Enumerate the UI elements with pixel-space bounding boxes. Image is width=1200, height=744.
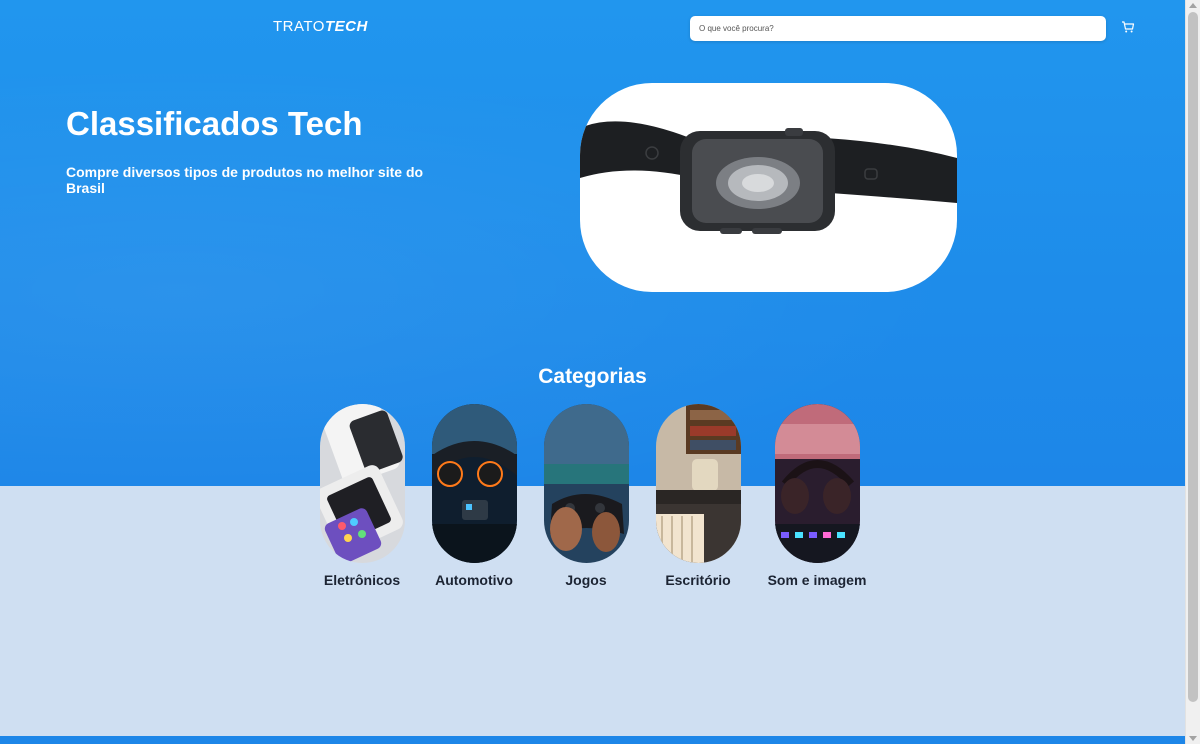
category-jogos[interactable]: Jogos — [531, 404, 641, 588]
category-label: Eletrônicos — [323, 572, 401, 588]
page: TRATOTECH Classificados Tech Compre dive… — [0, 0, 1185, 744]
category-label: Jogos — [565, 572, 607, 588]
search-input[interactable] — [690, 16, 1106, 41]
category-escritorio[interactable]: Escritório — [643, 404, 753, 588]
category-label: Automotivo — [435, 572, 513, 588]
logo-text-light: TRATO — [273, 18, 325, 35]
smartwatch-photo — [580, 121, 957, 234]
scroll-down-icon[interactable] — [1189, 736, 1197, 741]
hero-subtitle: Compre diversos tipos de produtos no mel… — [66, 164, 424, 196]
cart-icon[interactable] — [1121, 20, 1135, 34]
scroll-up-icon[interactable] — [1189, 3, 1197, 8]
headphones-studio-photo — [774, 404, 860, 563]
hero-title: Classificados Tech — [66, 105, 363, 142]
category-som-e-imagem[interactable]: Som e imagem — [762, 404, 872, 588]
office-photo — [655, 404, 741, 563]
site-logo[interactable]: TRATOTECH — [273, 18, 368, 35]
category-label: Escritório — [665, 572, 731, 588]
hero-product-image — [580, 83, 957, 292]
phones-and-watch-photo — [319, 404, 405, 563]
car-dashboard-photo — [431, 404, 517, 563]
category-automotivo[interactable]: Automotivo — [419, 404, 529, 588]
vertical-scrollbar[interactable] — [1185, 0, 1200, 744]
category-eletronicos[interactable]: Eletrônicos — [307, 404, 417, 588]
bottom-bar — [0, 736, 1185, 744]
category-label: Som e imagem — [767, 572, 867, 588]
game-controller-photo — [543, 404, 629, 563]
logo-text-bold: TECH — [324, 18, 368, 35]
scroll-thumb[interactable] — [1188, 12, 1198, 702]
categories-title: Categorias — [538, 365, 647, 388]
